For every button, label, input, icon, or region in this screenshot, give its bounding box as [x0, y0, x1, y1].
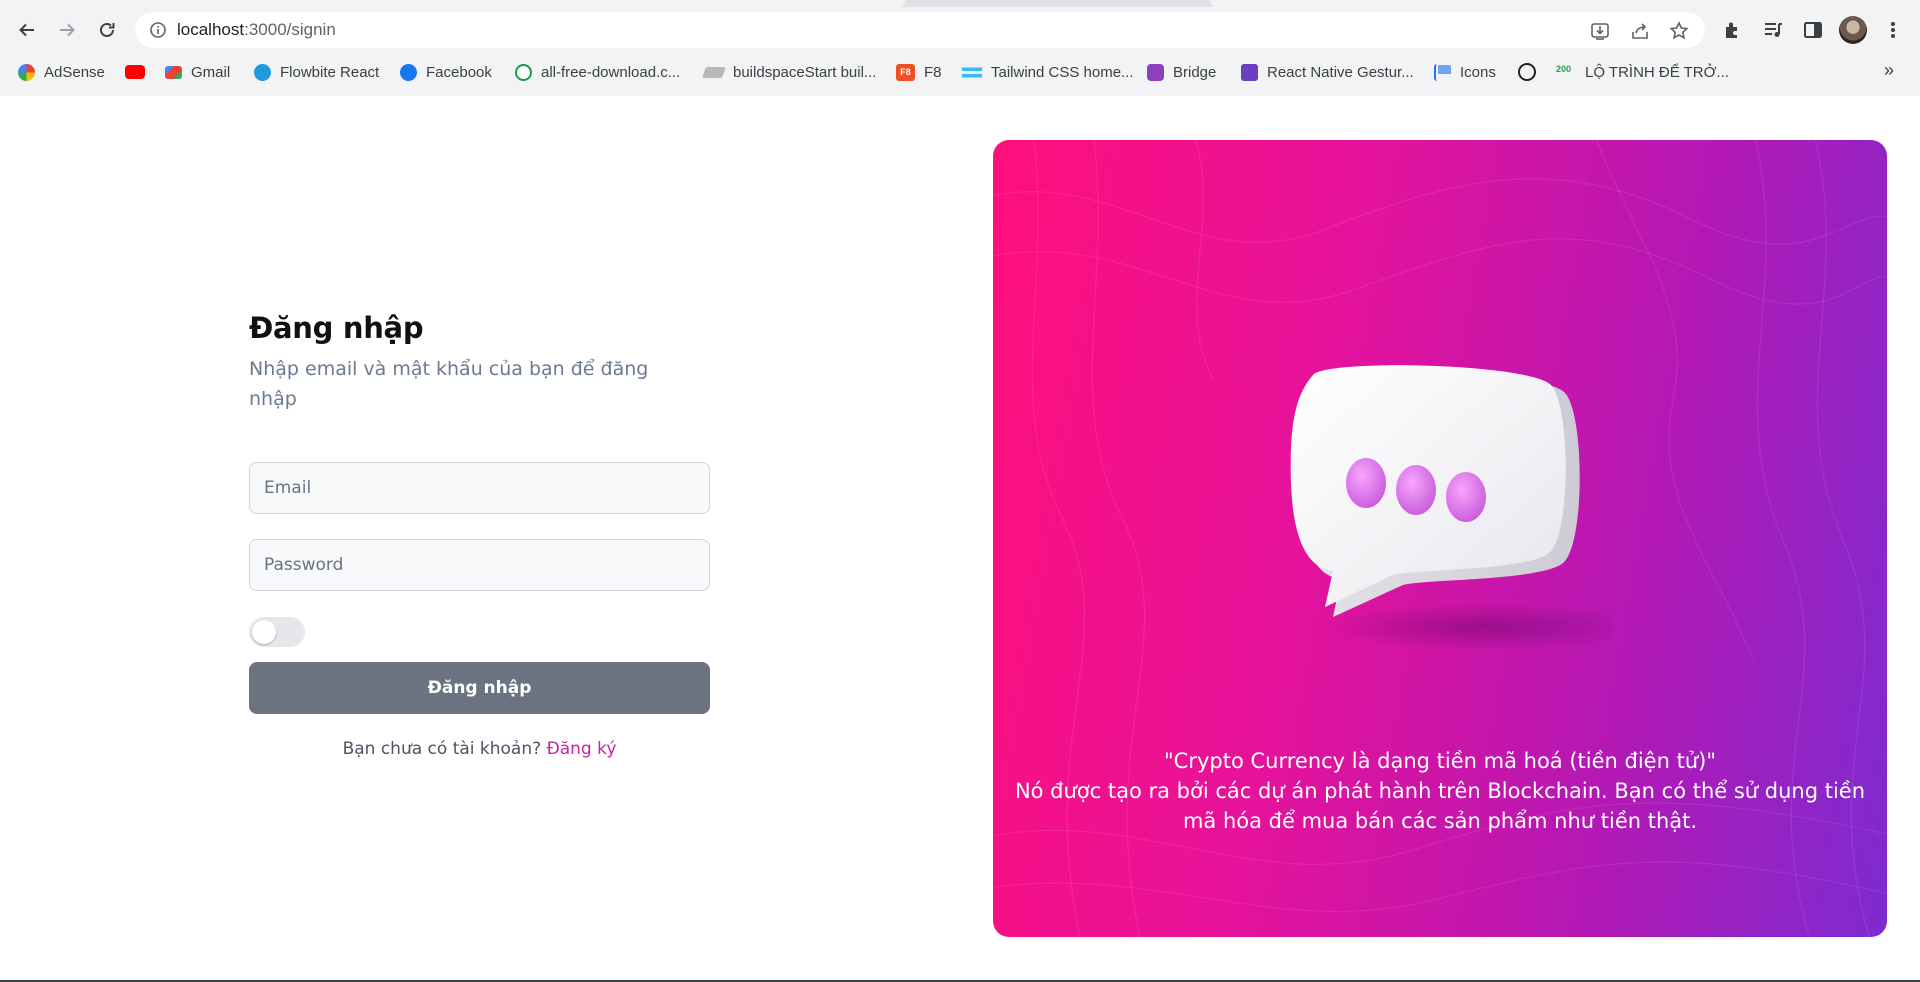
arrow-right-icon — [60, 23, 75, 37]
bookmark-label: Facebook — [426, 63, 492, 81]
rocket-icon — [1241, 63, 1258, 81]
email-input[interactable] — [249, 462, 710, 514]
toggle-knob — [252, 620, 276, 644]
quote-line-1: "Crypto Currency là dạng tiền mã hoá (ti… — [1164, 749, 1716, 773]
profile-avatar[interactable] — [1839, 16, 1867, 44]
browser-toolbar: localhost:3000/signin — [0, 7, 1920, 52]
reload-button[interactable] — [92, 15, 122, 45]
bookmark-react-native-gesture[interactable]: React Native Gestur... — [1241, 62, 1414, 82]
media-queue-icon[interactable] — [1762, 19, 1784, 41]
facebook-icon — [400, 63, 417, 81]
share-icon[interactable] — [1629, 20, 1651, 42]
signin-page: Đăng nhập Nhập email và mật khẩu của bạn… — [0, 96, 1920, 980]
bookmark-label: React Native Gestur... — [1267, 63, 1414, 81]
bookmark-label: all-free-download.c... — [541, 63, 681, 81]
google-icon — [18, 63, 35, 81]
bookmark-compass[interactable] — [1518, 62, 1536, 82]
signup-link[interactable]: Đăng ký — [547, 739, 617, 759]
bookmark-f8[interactable]: F8 F8 — [896, 62, 942, 82]
youtube-icon — [125, 65, 145, 79]
install-app-icon[interactable] — [1589, 20, 1611, 42]
active-tab[interactable] — [0, 0, 905, 7]
bookmark-label: F8 — [924, 63, 942, 81]
password-input[interactable] — [249, 539, 710, 591]
url-path: :3000/signin — [244, 20, 336, 39]
extensions-icon[interactable] — [1721, 19, 1743, 41]
address-bar[interactable]: localhost:3000/signin — [135, 12, 1705, 48]
info-icon[interactable] — [149, 21, 167, 39]
flowbite-icon — [254, 63, 271, 81]
bookmark-label: AdSense — [44, 63, 105, 81]
bookmark-facebook[interactable]: Facebook — [400, 62, 492, 82]
bookmark-flowbite[interactable]: Flowbite React — [254, 62, 379, 82]
forward-button[interactable] — [52, 15, 82, 45]
bookmarks-bar: AdSense Gmail Flowbite React Facebook al… — [0, 52, 1920, 92]
bridge-icon — [1147, 63, 1164, 81]
buildspace-icon — [701, 66, 727, 78]
signin-button[interactable]: Đăng nhập — [249, 662, 710, 714]
bookmark-label: Icons — [1460, 63, 1496, 81]
download-icon — [515, 63, 532, 81]
bookmark-bridge[interactable]: Bridge — [1147, 62, 1216, 82]
bookmark-all-free-download[interactable]: all-free-download.c... — [515, 62, 680, 82]
reload-icon — [100, 22, 115, 37]
url-text[interactable]: localhost:3000/signin — [177, 20, 336, 40]
hero-quote: "Crypto Currency là dạng tiền mã hoá (ti… — [993, 746, 1887, 836]
remember-me-toggle[interactable] — [249, 617, 305, 647]
tailwind-icon — [962, 63, 982, 81]
url-host: localhost — [177, 20, 245, 39]
bookmark-label: buildspaceStart buil... — [733, 63, 877, 81]
bookmark-lo-trinh[interactable]: 200 LỘ TRÌNH ĐỂ TRỞ... — [1556, 62, 1729, 82]
bookmark-label: Gmail — [191, 63, 231, 81]
arrow-left-icon — [19, 23, 34, 37]
bookmark-icons[interactable]: Icons — [1434, 62, 1496, 82]
tab-strip — [0, 0, 1920, 7]
bookmark-tailwind[interactable]: Tailwind CSS home... — [962, 62, 1134, 82]
page-title: Đăng nhập — [249, 311, 424, 345]
quote-line-2: Nó được tạo ra bởi các dự án phát hành t… — [1014, 779, 1872, 833]
inactive-tab[interactable] — [1210, 0, 1920, 7]
hero-panel: "Crypto Currency là dạng tiền mã hoá (ti… — [993, 140, 1887, 937]
bookmark-label: Tailwind CSS home... — [991, 63, 1134, 81]
f8-icon: F8 — [896, 63, 915, 81]
bookmark-gmail[interactable]: Gmail — [165, 62, 230, 82]
bookmark-label: LỘ TRÌNH ĐỂ TRỞ... — [1585, 63, 1729, 81]
bookmark-buildspace[interactable]: buildspaceStart buil... — [701, 62, 877, 82]
bookmark-star-icon[interactable] — [1668, 20, 1690, 42]
back-button[interactable] — [12, 15, 42, 45]
flag-icon — [1434, 63, 1451, 81]
login-subtitle: Nhập email và mật khẩu của bạn để đăng n… — [249, 358, 649, 410]
gmail-icon — [165, 65, 182, 79]
more-menu-icon[interactable] — [1882, 19, 1904, 41]
chat-bubble-illustration — [1290, 365, 1613, 651]
bookmarks-overflow-button[interactable]: » — [1884, 60, 1894, 81]
bookmark-label: Bridge — [1173, 63, 1217, 81]
side-panel-icon[interactable] — [1802, 19, 1824, 41]
bookmark-youtube[interactable] — [125, 62, 145, 82]
bookmark-label: Flowbite React — [280, 63, 380, 81]
no-account-text: Bạn chưa có tài khoản? — [342, 739, 542, 759]
200-icon: 200 — [1556, 63, 1572, 74]
compass-icon — [1518, 63, 1536, 81]
bookmark-adsense[interactable]: AdSense — [18, 62, 105, 82]
signup-prompt: Bạn chưa có tài khoản? Đăng ký — [249, 739, 710, 759]
browser-chrome: localhost:3000/signin AdSense Gmail Flow… — [0, 0, 1920, 96]
